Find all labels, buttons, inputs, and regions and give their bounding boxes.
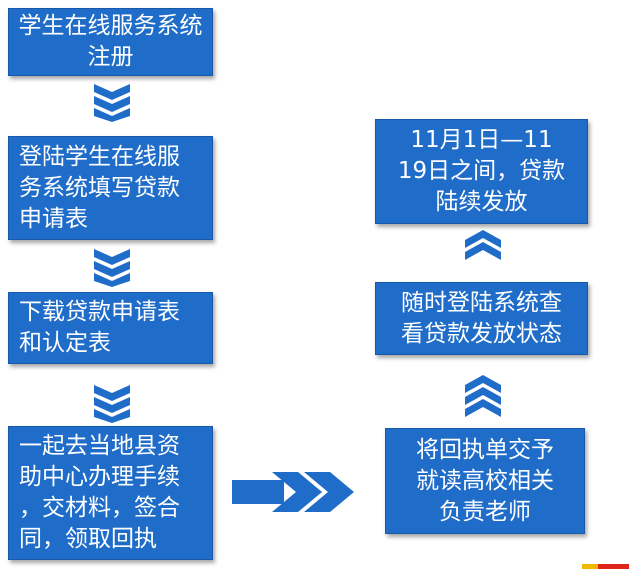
corner-decoration-red (598, 564, 629, 569)
step-submit-receipt-text: 将回执单交予 就读高校相关 负责老师 (416, 436, 554, 525)
step-register-box: 学生在线服务系统 注册 (8, 8, 213, 76)
step-apply-box: 登陆学生在线服 务系统填写贷款 申请表 (8, 136, 213, 240)
corner-decoration-yellow (582, 564, 598, 569)
step-download-box: 下载贷款申请表 和认定表 (8, 292, 213, 364)
step-register-text: 学生在线服务系统 注册 (18, 13, 203, 70)
chevron-right-icon (232, 472, 354, 512)
chevron-down-icon (94, 385, 130, 423)
step-loan-release-text: 11月1日—11 19日之间，贷款 陆续发放 (397, 127, 566, 215)
chevron-up-icon (465, 375, 501, 417)
step-check-status-text: 随时登陆系统查 看贷款发放状态 (401, 289, 562, 347)
chevron-up-icon (465, 230, 501, 260)
step-download-text: 下载贷款申请表 和认定表 (19, 299, 180, 356)
step-check-status-box: 随时登陆系统查 看贷款发放状态 (375, 282, 588, 355)
step-local-office-box: 一起去当地县资 助中心办理手续 ，交材料，签合 同，领取回执 (8, 426, 213, 560)
step-apply-text: 登陆学生在线服 务系统填写贷款 申请表 (19, 143, 180, 232)
step-local-office-text: 一起去当地县资 助中心办理手续 ，交材料，签合 同，领取回执 (19, 433, 180, 552)
chevron-down-icon (94, 84, 130, 122)
step-submit-receipt-box: 将回执单交予 就读高校相关 负责老师 (385, 428, 585, 534)
chevron-down-icon (94, 249, 130, 287)
step-loan-release-box: 11月1日—11 19日之间，贷款 陆续发放 (375, 119, 588, 224)
